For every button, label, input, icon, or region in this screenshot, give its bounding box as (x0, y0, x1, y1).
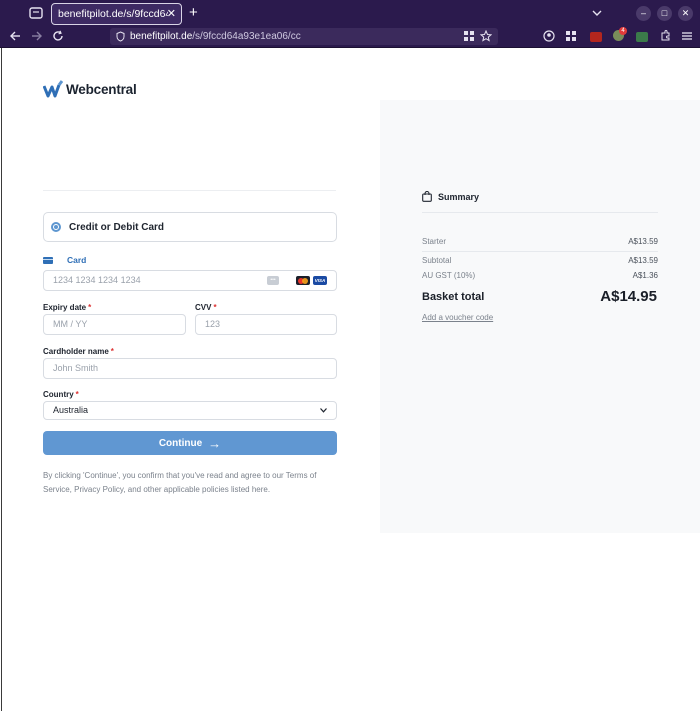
required-marker: * (75, 390, 79, 399)
card-number-input[interactable]: 1234 1234 1234 1234 ••• VISA (43, 270, 337, 291)
url-domain: benefitpilot.de (130, 31, 193, 42)
payment-method-card-option[interactable]: Credit or Debit Card (43, 212, 337, 242)
bookmark-star-icon[interactable] (480, 30, 492, 42)
list-all-tabs-icon[interactable] (592, 8, 602, 18)
summary-row-value: A$13.59 (628, 256, 658, 265)
cardholder-name-placeholder: John Smith (53, 363, 99, 373)
required-marker: * (110, 347, 114, 356)
tab-list-icon[interactable] (28, 5, 44, 21)
card-number-placeholder: 1234 1234 1234 1234 (53, 275, 141, 285)
section-divider (43, 190, 336, 191)
cvv-label: CVV * (195, 303, 217, 312)
cvv-input[interactable]: 123 (195, 314, 337, 335)
arrow-right-icon: → (208, 435, 222, 451)
tab-close-icon[interactable]: ✕ (167, 7, 176, 20)
continue-button-label: Continue (158, 437, 203, 449)
summary-row-label: Subtotal (422, 256, 452, 265)
extensions-grid-icon[interactable] (566, 31, 576, 41)
expiry-date-label: Expiry date * (43, 303, 91, 312)
required-marker: * (213, 303, 217, 312)
cardholder-name-input[interactable]: John Smith (43, 358, 337, 379)
reader-grid-icon[interactable] (464, 31, 474, 41)
maximize-button[interactable]: □ (657, 6, 672, 21)
checkout-page (1, 48, 700, 711)
payment-method-label: Credit or Debit Card (69, 221, 165, 233)
url-path: /s/9fccd64a93e1ea06/cc (192, 31, 301, 42)
continue-button[interactable]: Continue → (43, 431, 337, 455)
forward-icon[interactable] (31, 30, 43, 42)
required-marker: * (88, 303, 92, 312)
summary-row-gst: AU GST (10%) A$1.36 (422, 271, 658, 280)
visa-icon: VISA (313, 276, 327, 285)
payment-method-radio[interactable] (51, 222, 61, 232)
summary-row-label: Starter (422, 237, 447, 246)
expiry-placeholder: MM / YY (53, 319, 88, 329)
summary-row-subtotal: Subtotal A$13.59 (422, 256, 658, 265)
basket-total-label: Basket total (422, 291, 485, 303)
summary-row-label: AU GST (10%) (422, 271, 476, 280)
extension-badge-count: 4 (619, 27, 627, 35)
cvv-card-icon: ••• (267, 276, 279, 285)
country-selected-value: Australia (53, 405, 89, 415)
shopping-bag-icon (422, 191, 432, 202)
summary-row-starter: Starter A$13.59 (422, 237, 658, 246)
brand-name: Webcentral (66, 81, 137, 97)
browser-tab[interactable]: benefitpilot.de/s/9fccd64a9 ✕ (51, 3, 182, 25)
cardholder-name-label: Cardholder name * (43, 347, 114, 356)
basket-total-value: A$14.95 (600, 288, 657, 305)
country-label-text: Country (43, 390, 74, 399)
expiry-date-label-text: Expiry date (43, 303, 87, 312)
webcentral-logo-icon (43, 80, 63, 98)
summary-row-value: A$1.36 (632, 271, 658, 280)
extension-red-icon[interactable] (590, 32, 602, 42)
summary-header: Summary (422, 191, 479, 202)
extension-green-icon[interactable] (636, 32, 648, 42)
summary-title: Summary (438, 191, 480, 202)
summary-row-value: A$13.59 (628, 237, 658, 246)
close-window-button[interactable]: ✕ (678, 6, 693, 21)
card-section-header: Card (43, 255, 86, 265)
credit-card-icon (43, 256, 53, 264)
cardholder-name-label-text: Cardholder name (43, 347, 109, 356)
country-label: Country * (43, 390, 79, 399)
url-bar[interactable]: benefitpilot.de/s/9fccd64a93e1ea06/cc (110, 28, 498, 45)
cvv-placeholder: 123 (205, 319, 221, 329)
puzzle-extensions-icon[interactable] (660, 30, 671, 41)
new-tab-button[interactable]: + (189, 4, 198, 21)
country-select[interactable]: Australia (43, 401, 337, 420)
brand-logo[interactable]: Webcentral (43, 80, 137, 98)
minimize-button[interactable]: – (636, 6, 651, 21)
mastercard-icon (296, 276, 310, 285)
tab-title: benefitpilot.de/s/9fccd64a9 (58, 8, 168, 20)
summary-divider (422, 212, 658, 213)
browser-titlebar: benefitpilot.de/s/9fccd64a9 ✕ + – □ ✕ (0, 0, 700, 26)
menu-icon[interactable] (682, 31, 692, 41)
chevron-down-icon (320, 408, 327, 413)
reload-icon[interactable] (52, 30, 64, 42)
expiry-date-input[interactable]: MM / YY (43, 314, 186, 335)
summary-divider (422, 251, 658, 252)
terms-text: By clicking 'Continue', you confirm that… (43, 471, 317, 494)
back-icon[interactable] (9, 30, 21, 42)
account-icon[interactable] (543, 30, 555, 42)
cvv-label-text: CVV (195, 303, 212, 312)
add-voucher-link[interactable]: Add a voucher code (422, 313, 493, 322)
card-section-label: Card (67, 255, 87, 265)
